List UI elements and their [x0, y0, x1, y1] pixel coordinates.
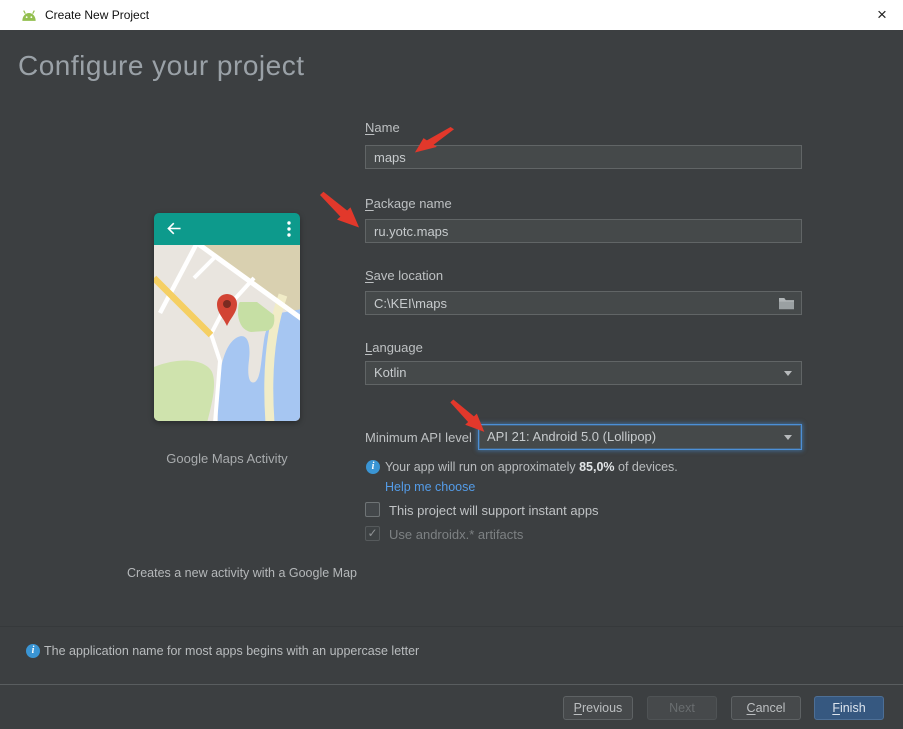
androidx-checkbox-label: Use androidx.* artifacts — [389, 527, 524, 542]
min-api-select[interactable]: API 21: Android 5.0 (Lollipop) — [478, 424, 802, 450]
template-preview — [154, 213, 300, 421]
next-button: Next — [647, 696, 717, 720]
language-selected-value: Kotlin — [374, 365, 407, 380]
info-icon: i — [366, 460, 380, 474]
preview-appbar — [154, 213, 300, 245]
folder-browse-icon[interactable] — [778, 296, 795, 310]
save-location-input[interactable] — [365, 291, 802, 315]
chevron-down-icon — [784, 371, 792, 376]
template-description: Creates a new activity with a Google Map — [127, 566, 357, 580]
api-level-note: Your app will run on approximately 85,0%… — [385, 460, 678, 474]
androidx-checkbox: ✓ — [365, 526, 380, 541]
save-location-label: Save location — [365, 268, 444, 283]
template-name-label: Google Maps Activity — [166, 451, 288, 466]
page-title: Configure your project — [18, 50, 305, 81]
min-api-selected-value: API 21: Android 5.0 (Lollipop) — [487, 429, 657, 444]
previous-button[interactable]: Previous — [563, 696, 633, 720]
back-arrow-icon — [165, 221, 182, 241]
package-name-input[interactable] — [365, 219, 802, 243]
cancel-button[interactable]: Cancel — [731, 696, 801, 720]
map-preview-image — [154, 245, 300, 421]
create-new-project-dialog: Create New Project × Configure your proj… — [0, 0, 903, 729]
android-logo-icon — [19, 8, 39, 28]
close-icon[interactable]: × — [869, 2, 895, 28]
status-message: The application name for most apps begin… — [44, 644, 420, 658]
package-name-label: Package name — [365, 196, 452, 211]
annotation-arrow-package — [319, 191, 360, 228]
finish-button[interactable]: Finish — [814, 696, 884, 720]
device-percentage: 85,0% — [579, 460, 615, 474]
instant-apps-checkbox-label[interactable]: This project will support instant apps — [389, 503, 599, 518]
chevron-down-icon — [784, 435, 792, 440]
help-me-choose-link[interactable]: Help me choose — [385, 480, 475, 494]
status-divider — [0, 626, 903, 627]
name-label: Name — [365, 120, 400, 135]
language-label: Language — [365, 340, 423, 355]
overflow-menu-icon — [287, 221, 291, 242]
button-bar-divider — [0, 684, 903, 685]
save-location-field — [365, 291, 802, 315]
window-title: Create New Project — [45, 8, 150, 22]
language-select[interactable]: Kotlin — [365, 361, 802, 385]
instant-apps-checkbox[interactable] — [365, 502, 380, 517]
window-titlebar: Create New Project × — [0, 0, 903, 30]
min-api-label: Minimum API level — [365, 430, 472, 445]
info-icon: i — [26, 644, 40, 658]
name-input[interactable] — [365, 145, 802, 169]
